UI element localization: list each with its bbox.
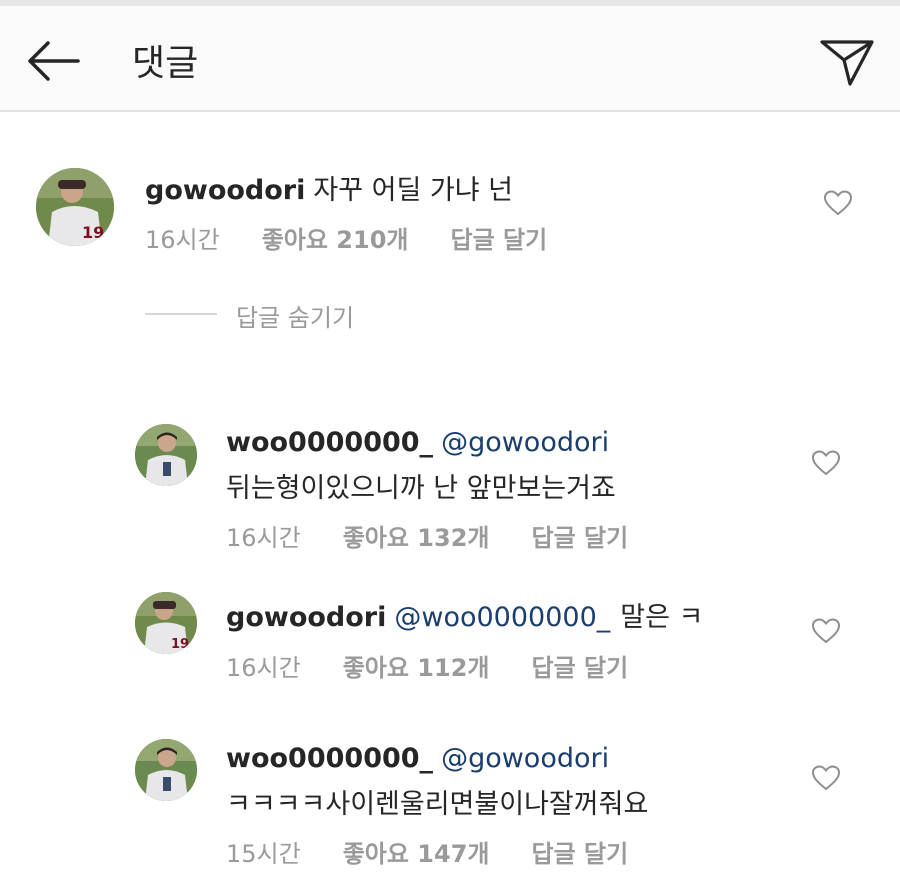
reply-body: 말은 ㅋ [620, 602, 704, 633]
likes-count[interactable]: 좋아요 210개 [262, 226, 409, 254]
reply-body: 뒤는형이있으니까 난 앞만보는거죠 [226, 473, 616, 504]
reply-time: 16시간 [226, 524, 301, 552]
reply-header: gowoodori @woo0000000_ 말은 ㅋ [226, 595, 703, 634]
avatar[interactable]: 19 [135, 592, 197, 654]
comment-username[interactable]: gowoodori [145, 175, 305, 206]
mention-link[interactable]: @gowoodori [441, 427, 609, 458]
hide-replies-button[interactable]: 답글 숨기기 [236, 298, 354, 333]
send-button[interactable] [818, 36, 876, 88]
arrow-left-icon [28, 41, 80, 81]
avatar[interactable] [135, 424, 197, 486]
reply-time: 15시간 [226, 840, 301, 868]
heart-icon[interactable] [812, 450, 840, 476]
reply-button[interactable]: 답글 달기 [531, 654, 628, 682]
reply-meta: 16시간 좋아요 112개 답글 달기 [226, 648, 670, 683]
reply-username[interactable]: woo0000000_ [226, 427, 433, 458]
reply-button[interactable]: 답글 달기 [450, 226, 547, 254]
reply-header: woo0000000_ @gowoodori [226, 743, 619, 774]
avatar[interactable] [135, 739, 197, 801]
reply-button[interactable]: 답글 달기 [531, 524, 628, 552]
reply-button[interactable]: 답글 달기 [531, 840, 628, 868]
mention-link[interactable]: @gowoodori [441, 743, 609, 774]
header-bar: 댓글 [0, 6, 900, 112]
reply-body: ㅋㅋㅋㅋ사이렌울리면불이나잘꺼줘요 [226, 789, 649, 820]
comment-time: 16시간 [145, 226, 220, 254]
likes-count[interactable]: 좋아요 132개 [343, 524, 490, 552]
reply-username[interactable]: woo0000000_ [226, 743, 433, 774]
send-icon [820, 40, 874, 86]
heart-icon[interactable] [824, 190, 852, 216]
reply-header: woo0000000_ @gowoodori [226, 427, 619, 458]
avatar[interactable]: 19 [36, 168, 114, 246]
likes-count[interactable]: 좋아요 147개 [343, 840, 490, 868]
reply-username[interactable]: gowoodori [226, 602, 386, 633]
likes-count[interactable]: 좋아요 112개 [343, 654, 490, 682]
svg-text:19: 19 [171, 637, 189, 652]
comment-body: 자꾸 어딜 가냐 넌 [313, 175, 514, 206]
heart-icon[interactable] [812, 618, 840, 644]
heart-icon[interactable] [812, 765, 840, 791]
divider [145, 313, 217, 315]
comment-meta: 16시간 좋아요 210개 답글 달기 [145, 220, 589, 255]
svg-text:19: 19 [82, 223, 104, 242]
back-button[interactable] [22, 36, 82, 86]
reply-meta: 16시간 좋아요 132개 답글 달기 [226, 518, 670, 553]
reply-time: 16시간 [226, 654, 301, 682]
comment-text: gowoodori 자꾸 어딜 가냐 넌 [145, 168, 513, 207]
mention-link[interactable]: @woo0000000_ [394, 602, 610, 633]
page-title: 댓글 [132, 43, 199, 84]
reply-meta: 15시간 좋아요 147개 답글 달기 [226, 834, 670, 869]
